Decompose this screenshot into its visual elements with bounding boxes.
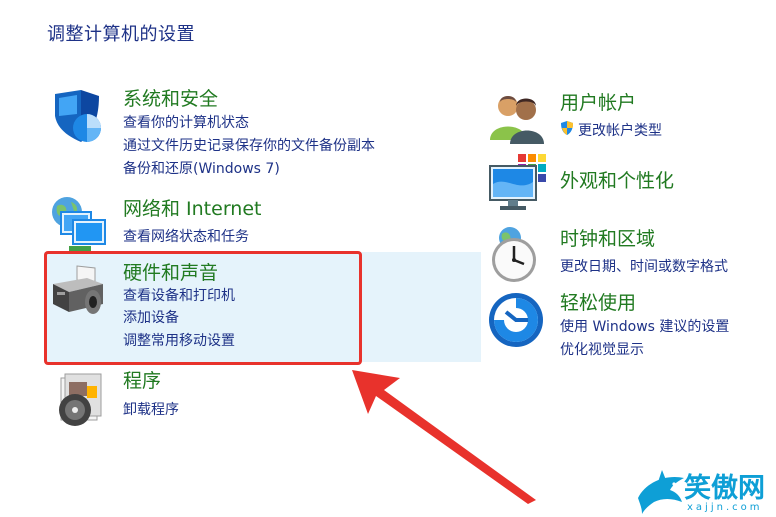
category-title-programs[interactable]: 程序 <box>123 366 161 393</box>
clock-icon <box>492 227 536 282</box>
link-view-computer-status[interactable]: 查看你的计算机状态 <box>123 112 249 132</box>
category-title-appearance[interactable]: 外观和个性化 <box>560 166 674 193</box>
category-title-clock[interactable]: 时钟和区域 <box>560 224 655 251</box>
link-change-date-time-format[interactable]: 更改日期、时间或数字格式 <box>560 256 728 276</box>
page-title: 调整计算机的设置 <box>47 24 195 45</box>
programs-disc-icon <box>59 373 102 426</box>
category-title-security[interactable]: 系统和安全 <box>123 84 218 111</box>
link-optimize-visual-display[interactable]: 优化视觉显示 <box>560 339 644 359</box>
link-file-history[interactable]: 通过文件历史记录保存你的文件备份副本 <box>123 135 375 155</box>
annotation-highlight-box <box>44 251 362 365</box>
watermark-text: 笑傲网 <box>684 473 765 504</box>
watermark: 笑傲网 xajjn.com <box>632 464 776 517</box>
network-globe-icon <box>52 197 106 252</box>
link-uninstall-program[interactable]: 卸载程序 <box>123 399 179 419</box>
shark-logo-icon <box>638 470 684 514</box>
ease-of-access-icon <box>489 293 543 347</box>
link-change-account-type[interactable]: 更改帐户类型 <box>578 120 662 140</box>
link-backup-restore[interactable]: 备份和还原(Windows 7) <box>123 158 280 178</box>
security-shield-icon <box>55 90 101 142</box>
category-title-ease[interactable]: 轻松使用 <box>560 288 636 315</box>
category-title-accounts[interactable]: 用户帐户 <box>560 88 636 115</box>
category-title-network[interactable]: 网络和 Internet <box>123 194 261 221</box>
monitor-palette-icon <box>489 154 546 210</box>
link-recommended-settings[interactable]: 使用 Windows 建议的设置 <box>560 316 729 336</box>
watermark-url: xajjn.com <box>687 502 763 513</box>
uac-shield-icon <box>561 121 573 135</box>
annotation-arrow-icon <box>352 370 536 504</box>
link-network-status[interactable]: 查看网络状态和任务 <box>123 226 249 246</box>
users-icon <box>490 96 544 144</box>
